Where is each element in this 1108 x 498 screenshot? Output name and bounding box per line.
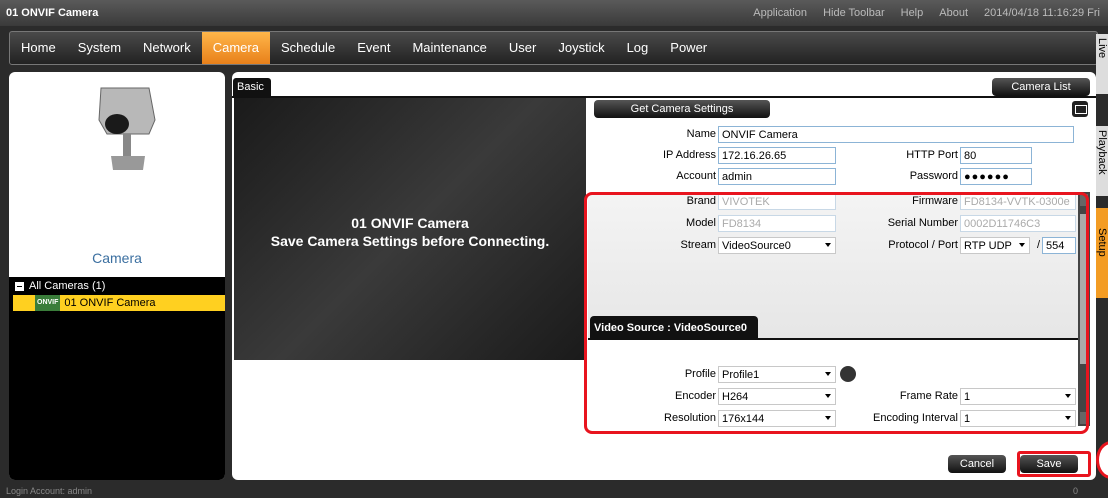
- collapse-icon[interactable]: [15, 281, 24, 291]
- get-camera-settings-button[interactable]: Get Camera Settings: [594, 100, 770, 118]
- tab-schedule[interactable]: Schedule: [270, 32, 346, 64]
- tree-root[interactable]: All Cameras (1): [9, 277, 225, 295]
- tab-event[interactable]: Event: [346, 32, 401, 64]
- main-nav: Home System Network Camera Schedule Even…: [9, 31, 1098, 65]
- menu-hide-toolbar[interactable]: Hide Toolbar: [823, 7, 885, 19]
- window-title: 01 ONVIF Camera: [6, 7, 99, 19]
- datetime: 2014/04/18 11:16:29 Fri: [984, 7, 1100, 19]
- tree-node-label: 01 ONVIF Camera: [64, 297, 156, 309]
- tab-network[interactable]: Network: [132, 32, 202, 64]
- name-label: Name: [686, 128, 716, 140]
- tab-camera[interactable]: Camera: [201, 32, 270, 64]
- preview-title: 01 ONVIF Camera: [351, 215, 469, 231]
- side-tab-playback[interactable]: Playback: [1096, 126, 1108, 196]
- ip-label: IP Address: [663, 149, 716, 161]
- account-label: Account: [676, 170, 716, 182]
- title-bar: 01 ONVIF Camera Application Hide Toolbar…: [0, 0, 1108, 26]
- tab-home[interactable]: Home: [10, 32, 67, 64]
- tab-power[interactable]: Power: [659, 32, 718, 64]
- side-tab-setup[interactable]: Setup: [1096, 208, 1108, 298]
- side-tab-live[interactable]: Live: [1096, 34, 1108, 94]
- http-port-field[interactable]: 80: [960, 147, 1032, 164]
- menu-about[interactable]: About: [939, 7, 968, 19]
- tree-root-label: All Cameras (1): [29, 280, 106, 292]
- camera-list-button[interactable]: Camera List: [992, 78, 1090, 96]
- http-port-label: HTTP Port: [906, 149, 958, 161]
- tree-node-camera[interactable]: ONVIF 01 ONVIF Camera: [13, 295, 225, 311]
- cancel-button[interactable]: Cancel: [948, 455, 1006, 473]
- password-label: Password: [909, 170, 958, 182]
- tab-user[interactable]: User: [498, 32, 547, 64]
- account-field[interactable]: admin: [718, 168, 836, 185]
- save-highlight-box: [1017, 451, 1091, 477]
- menu-help[interactable]: Help: [901, 7, 924, 19]
- side-tabs: Live Playback Setup: [1096, 30, 1108, 450]
- menu-application[interactable]: Application: [753, 7, 807, 19]
- status-bar: Login Account: admin 0: [0, 484, 1108, 498]
- window-toggle-icon[interactable]: [1072, 101, 1088, 117]
- ip-field[interactable]: 172.16.26.65: [718, 147, 836, 164]
- tab-log[interactable]: Log: [616, 32, 660, 64]
- camera-icon: [98, 87, 156, 170]
- camera-tree: All Cameras (1) ONVIF 01 ONVIF Camera: [9, 277, 225, 480]
- camera-label: Camera: [92, 250, 142, 266]
- top-menu: Application Hide Toolbar Help About 2014…: [753, 7, 1100, 19]
- tab-system[interactable]: System: [67, 32, 132, 64]
- highlight-box: [584, 192, 1089, 434]
- user-count: 0: [1072, 486, 1078, 496]
- preview-message: Save Camera Settings before Connecting.: [270, 233, 550, 249]
- tab-maintenance[interactable]: Maintenance: [401, 32, 497, 64]
- tab-joystick[interactable]: Joystick: [547, 32, 615, 64]
- password-field[interactable]: ●●●●●●: [960, 168, 1032, 185]
- onvif-icon: ONVIF: [35, 295, 61, 311]
- video-preview: 01 ONVIF Camera Save Camera Settings bef…: [234, 98, 586, 360]
- tab-basic[interactable]: Basic: [233, 78, 271, 96]
- camera-sidebar: Camera All Cameras (1) ONVIF 01 ONVIF Ca…: [9, 72, 225, 480]
- name-field[interactable]: ONVIF Camera: [718, 126, 1074, 143]
- login-account: Login Account: admin: [6, 486, 93, 496]
